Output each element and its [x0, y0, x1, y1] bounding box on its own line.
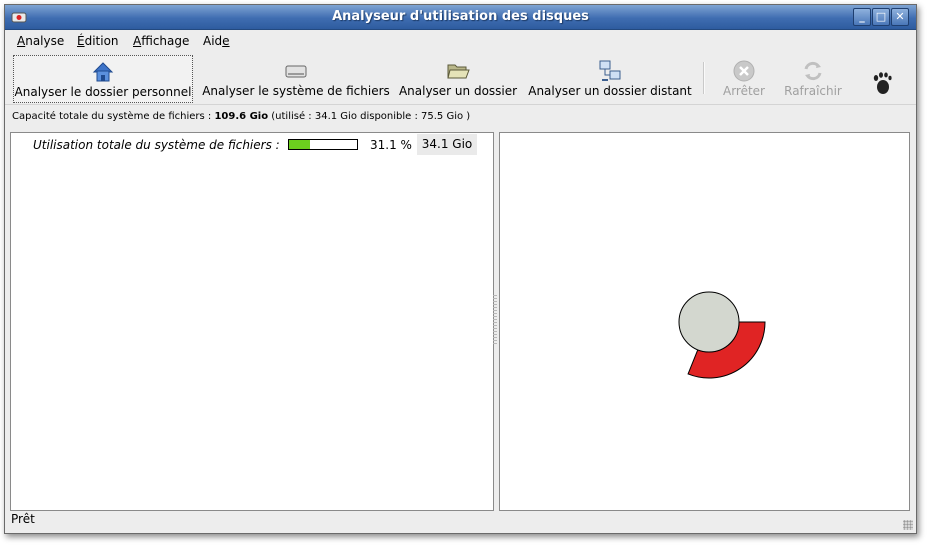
stop-button[interactable]: Arrêter	[717, 55, 771, 101]
menu-analyse-mnemonic: A	[17, 34, 26, 48]
resize-grip[interactable]	[903, 520, 913, 530]
menu-edition[interactable]: Édition	[77, 34, 119, 48]
close-button[interactable]: ✕	[891, 8, 909, 26]
pane-splitter-handle[interactable]	[493, 295, 497, 345]
capacity-details: (utilisé : 34.1 Gio disponible : 75.5 Gi…	[268, 111, 471, 122]
capacity-prefix: Capacité totale du système de fichiers :	[12, 111, 215, 122]
menu-bar: Analyse Édition Affichage Aide	[5, 30, 916, 52]
scan-folder-label: Analyser un dossier	[398, 84, 518, 98]
refresh-icon	[804, 61, 822, 81]
ring-chart-center[interactable]	[678, 291, 740, 353]
menu-analyse[interactable]: Analyse	[17, 34, 64, 48]
usage-row-label: Utilisation totale du système de fichier…	[33, 138, 280, 152]
filesystem-capacity: Capacité totale du système de fichiers :…	[12, 111, 470, 122]
menu-affichage[interactable]: Affichage	[133, 34, 189, 48]
status-bar-text: Prêt	[11, 512, 35, 526]
menu-edition-mnemonic: É	[77, 34, 85, 48]
scan-home-button[interactable]: Analyser le dossier personnel	[13, 55, 193, 103]
maximize-button[interactable]: □	[872, 8, 890, 26]
usage-percent: 31.1 %	[370, 138, 412, 152]
ring-chart	[678, 291, 766, 379]
usage-size: 34.1 Gio	[417, 134, 477, 155]
minimize-button[interactable]: _	[853, 8, 871, 26]
menu-affichage-label: ffichage	[141, 34, 190, 48]
scan-folder-button[interactable]: Analyser un dossier	[397, 55, 519, 101]
gnome-foot-icon[interactable]	[871, 70, 895, 96]
toolbar: Analyser le dossier personnel Analyser l…	[5, 52, 916, 105]
menu-aide-mnemonic: e	[222, 34, 230, 48]
menu-analyse-label: nalyse	[25, 34, 65, 48]
network-folder-icon	[599, 60, 621, 81]
menu-aide-label: Aid	[203, 34, 223, 48]
window-title: Analyseur d'utilisation des disques	[332, 9, 589, 24]
harddisk-icon	[285, 65, 307, 78]
menu-affichage-mnemonic: A	[133, 34, 142, 48]
toolbar-separator	[703, 62, 705, 94]
usage-tree-view[interactable]: Utilisation totale du système de fichier…	[10, 132, 494, 511]
menu-aide[interactable]: Aide	[203, 34, 230, 48]
stop-icon	[733, 60, 755, 82]
menu-edition-label: dition	[84, 34, 119, 48]
scan-filesystem-button[interactable]: Analyser le système de fichiers	[199, 55, 393, 101]
capacity-total: 109.6 Gio	[214, 111, 269, 122]
usage-progress-bar	[288, 139, 358, 150]
usage-progress-fill	[289, 140, 311, 149]
ring-chart-view[interactable]	[499, 132, 910, 511]
main-window: Analyseur d'utilisation des disques _ □ …	[4, 4, 917, 534]
scan-home-label: Analyser le dossier personnel	[14, 85, 192, 99]
title-bar[interactable]: Analyseur d'utilisation des disques _ □ …	[5, 5, 916, 30]
scan-filesystem-label: Analyser le système de fichiers	[202, 84, 390, 98]
refresh-button[interactable]: Rafraîchir	[781, 55, 845, 101]
stop-label: Arrêter	[722, 84, 765, 98]
refresh-label: Rafraîchir	[784, 84, 842, 98]
scan-remote-label: Analyser un dossier distant	[528, 84, 692, 98]
scan-remote-button[interactable]: Analyser un dossier distant	[525, 55, 695, 101]
home-icon	[92, 62, 114, 82]
open-folder-icon	[447, 64, 470, 79]
